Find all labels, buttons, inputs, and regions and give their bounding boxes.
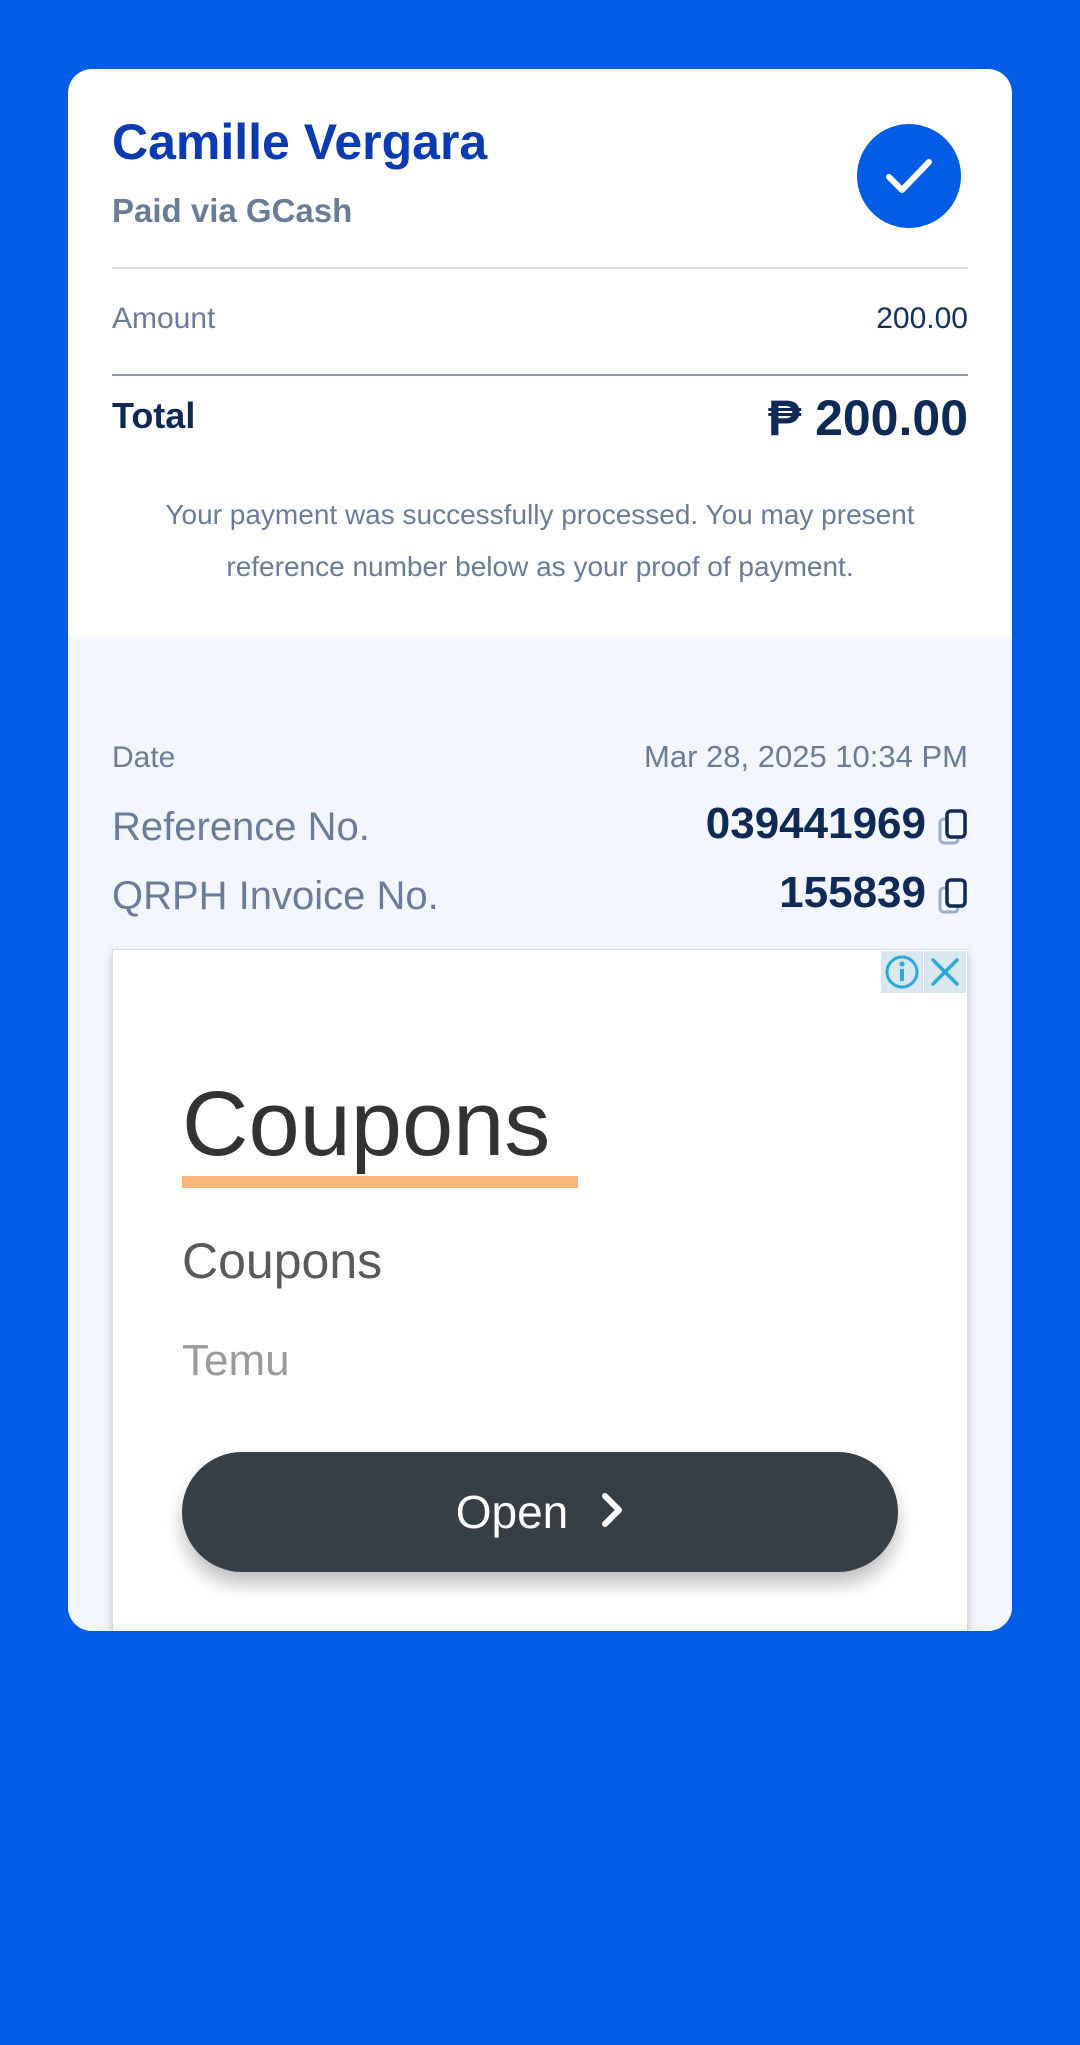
- receipt-card: Camille Vergara Paid via GCash Amount 20…: [68, 69, 1012, 1631]
- amount-value: 200.00: [876, 302, 968, 335]
- invoice-number: 155839: [779, 868, 926, 917]
- chevron-right-icon: [600, 1492, 624, 1533]
- merchant-name: Camille Vergara: [112, 114, 488, 170]
- amount-label: Amount: [112, 302, 216, 335]
- reference-label: Reference No.: [112, 805, 370, 849]
- transaction-details: Date Mar 28, 2025 10:34 PM Reference No.…: [68, 637, 1012, 1631]
- invoice-value: 155839: [779, 868, 968, 918]
- ad-headline-underline: [182, 1176, 578, 1188]
- total-value: ₱ 200.00: [767, 390, 968, 446]
- ad-open-label: Open: [455, 1486, 569, 1538]
- payment-method: Paid via GCash: [112, 192, 353, 229]
- invoice-label: QRPH Invoice No.: [112, 874, 439, 918]
- check-icon: [886, 159, 932, 193]
- reference-value: 039441969: [706, 799, 968, 849]
- copy-icon[interactable]: [938, 806, 968, 845]
- date-text: Mar 28, 2025 10:34 PM: [644, 739, 968, 774]
- close-icon[interactable]: [924, 951, 966, 993]
- date-label: Date: [112, 741, 176, 774]
- divider: [112, 374, 968, 376]
- info-icon[interactable]: [881, 951, 923, 993]
- ad-advertiser: Temu: [182, 1336, 290, 1385]
- divider: [112, 267, 968, 269]
- total-label: Total: [112, 395, 196, 436]
- success-message: Your payment was successfully processed.…: [165, 499, 915, 582]
- reference-number: 039441969: [705, 799, 926, 848]
- ad-description: Coupons: [182, 1233, 383, 1289]
- date-value: Mar 28, 2025 10:34 PM: [644, 739, 968, 775]
- ad-headline: Coupons: [182, 1073, 551, 1175]
- advertisement[interactable]: Coupons Coupons Temu Open: [112, 949, 968, 1631]
- ad-open-button[interactable]: Open: [182, 1452, 898, 1572]
- success-badge: [857, 124, 961, 228]
- copy-icon[interactable]: [938, 875, 968, 914]
